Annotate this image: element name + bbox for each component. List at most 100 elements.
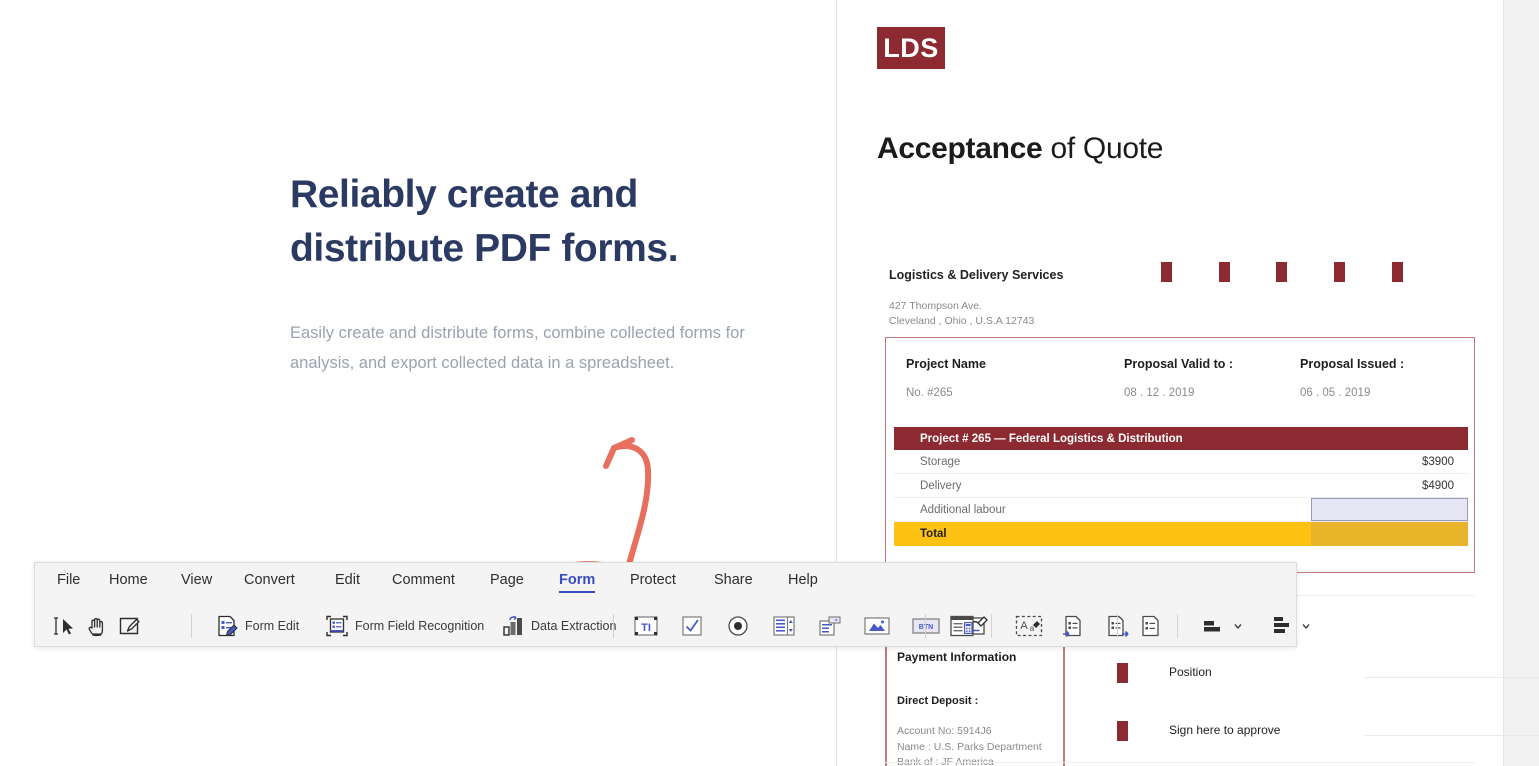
menu-item-protect[interactable]: Protect bbox=[630, 572, 676, 591]
distribute-fields-icon bbox=[1269, 614, 1295, 638]
data-extraction-label: Data Extraction bbox=[531, 619, 616, 633]
promo-section: Reliably create and distribute PDF forms… bbox=[290, 168, 760, 379]
payment-information-title: Payment Information bbox=[897, 650, 1016, 664]
row-label: Storage bbox=[894, 456, 1311, 468]
redaction-mark bbox=[1117, 663, 1128, 683]
redaction-mark bbox=[1276, 262, 1287, 282]
calculate-field-button[interactable] bbox=[945, 611, 979, 641]
hand-tool-button[interactable] bbox=[81, 611, 113, 641]
import-form-data-icon bbox=[1061, 614, 1087, 638]
proposal-valid-value: 08 . 12 . 2019 bbox=[1124, 387, 1194, 399]
project-name-label: Project Name bbox=[906, 357, 986, 371]
hand-tool-icon bbox=[85, 614, 109, 638]
image-field-button[interactable] bbox=[859, 611, 895, 641]
document-title: Acceptance of Quote bbox=[877, 132, 1163, 166]
table-row: Delivery $4900 bbox=[894, 474, 1468, 498]
menu-item-edit[interactable]: Edit bbox=[335, 572, 360, 591]
pdf-page[interactable]: LDS Acceptance of Quote Logistics & Deli… bbox=[837, 0, 1504, 766]
radio-button-field-icon bbox=[725, 615, 751, 637]
text-field-icon: TI bbox=[633, 615, 659, 637]
align-fields-icon bbox=[1201, 615, 1227, 637]
company-name: Logistics & Delivery Services bbox=[889, 268, 1063, 282]
select-tool-button[interactable] bbox=[49, 611, 81, 641]
document-title-bold: Acceptance bbox=[877, 132, 1042, 165]
company-address: 427 Thompson Ave. Cleveland , Ohio , U.S… bbox=[889, 299, 1034, 329]
ribbon-toolbar[interactable]: File Home View Convert Edit Comment Page… bbox=[34, 562, 1297, 647]
additional-labour-form-field[interactable] bbox=[1311, 498, 1468, 521]
menu-item-comment[interactable]: Comment bbox=[392, 572, 455, 591]
table-row: Storage $3900 bbox=[894, 450, 1468, 474]
lds-logo: LDS bbox=[877, 27, 945, 69]
table-total-row: Total bbox=[894, 522, 1468, 546]
distribute-fields-button[interactable] bbox=[1265, 611, 1315, 641]
proposal-valid-label: Proposal Valid to : bbox=[1124, 357, 1233, 371]
ribbon-row: Form Edit Form Field Recognition bbox=[35, 605, 1296, 647]
export-form-data-button[interactable] bbox=[1101, 611, 1135, 641]
edit-annotation-button[interactable] bbox=[113, 611, 145, 641]
redaction-mark bbox=[1392, 262, 1403, 282]
data-extraction-button[interactable]: Data Extraction bbox=[497, 611, 620, 641]
edit-annotation-icon bbox=[117, 615, 141, 637]
checkbox-field-icon bbox=[679, 615, 705, 637]
image-field-icon bbox=[863, 615, 891, 637]
data-extraction-icon bbox=[501, 614, 525, 638]
menu-item-view[interactable]: View bbox=[181, 572, 212, 591]
pdf-document-viewport[interactable]: LDS Acceptance of Quote Logistics & Deli… bbox=[836, 0, 1539, 766]
svg-text:A: A bbox=[1020, 620, 1028, 632]
push-button-field-icon: BTN bbox=[911, 615, 941, 637]
promo-heading-line1: Reliably create and bbox=[290, 168, 760, 222]
menu-item-form[interactable]: Form bbox=[559, 572, 595, 593]
svg-text:BTN: BTN bbox=[919, 624, 933, 631]
row-amount: $4900 bbox=[1311, 480, 1468, 492]
dropdown-field-button[interactable] bbox=[813, 611, 847, 641]
quote-box: Project Name No. #265 Proposal Valid to … bbox=[885, 337, 1475, 573]
import-form-data-button[interactable] bbox=[1057, 611, 1091, 641]
approve-signature-line[interactable] bbox=[1365, 735, 1539, 736]
form-edit-button[interactable]: Form Edit bbox=[211, 611, 303, 641]
redaction-mark bbox=[1117, 721, 1128, 741]
total-label: Total bbox=[894, 528, 1311, 540]
promo-heading-line2: distribute PDF forms. bbox=[290, 222, 760, 276]
row-amount: $3900 bbox=[1311, 456, 1468, 468]
promo-heading: Reliably create and distribute PDF forms… bbox=[290, 168, 760, 276]
redaction-mark bbox=[1161, 262, 1172, 282]
account-number: Account No: 5914J6 bbox=[897, 724, 1042, 740]
radio-button-field-button[interactable] bbox=[721, 611, 755, 641]
form-field-recognition-button[interactable]: Form Field Recognition bbox=[321, 611, 488, 641]
calculate-field-icon bbox=[949, 614, 975, 638]
account-name: Name : U.S. Parks Department bbox=[897, 740, 1042, 756]
menu-item-help[interactable]: Help bbox=[788, 572, 818, 591]
menu-item-home[interactable]: Home bbox=[109, 572, 148, 591]
approve-label: Sign here to approve bbox=[1169, 723, 1280, 737]
form-properties-button[interactable] bbox=[1135, 611, 1167, 641]
align-chevron-down-icon[interactable] bbox=[1233, 621, 1243, 631]
company-address-line1: 427 Thompson Ave. bbox=[889, 299, 1034, 314]
rename-fields-icon: A a bbox=[1015, 614, 1043, 638]
distribute-chevron-down-icon[interactable] bbox=[1301, 621, 1311, 631]
menu-bar: File Home View Convert Edit Comment Page… bbox=[35, 563, 1296, 605]
menu-item-convert[interactable]: Convert bbox=[244, 572, 295, 591]
align-fields-button[interactable] bbox=[1197, 611, 1247, 641]
payment-divider bbox=[1063, 640, 1065, 766]
project-name-value: No. #265 bbox=[906, 387, 953, 399]
menu-item-page[interactable]: Page bbox=[490, 572, 524, 591]
row-label: Delivery bbox=[894, 480, 1311, 492]
total-amount bbox=[1311, 522, 1468, 546]
checkbox-field-button[interactable] bbox=[675, 611, 709, 641]
company-address-line2: Cleveland , Ohio , U.S.A 12743 bbox=[889, 314, 1034, 329]
list-box-field-button[interactable] bbox=[767, 611, 801, 641]
promo-body: Easily create and distribute forms, comb… bbox=[290, 318, 760, 379]
dropdown-field-icon bbox=[817, 615, 843, 637]
menu-item-share[interactable]: Share bbox=[714, 572, 753, 591]
position-signature-line[interactable] bbox=[1365, 677, 1539, 678]
payment-details: Account No: 5914J6 Name : U.S. Parks Dep… bbox=[897, 724, 1042, 766]
select-tool-icon bbox=[53, 615, 77, 637]
project-table-title: Project # 265 — Federal Logistics & Dist… bbox=[894, 427, 1468, 450]
form-edit-icon bbox=[215, 614, 239, 638]
push-button-field-button[interactable]: BTN bbox=[907, 611, 945, 641]
text-field-button[interactable]: TI bbox=[629, 611, 663, 641]
project-table: Project # 265 — Federal Logistics & Dist… bbox=[894, 427, 1468, 546]
rename-fields-button[interactable]: A a bbox=[1011, 611, 1047, 641]
payment-left-border bbox=[885, 640, 887, 766]
menu-item-file[interactable]: File bbox=[57, 572, 80, 591]
